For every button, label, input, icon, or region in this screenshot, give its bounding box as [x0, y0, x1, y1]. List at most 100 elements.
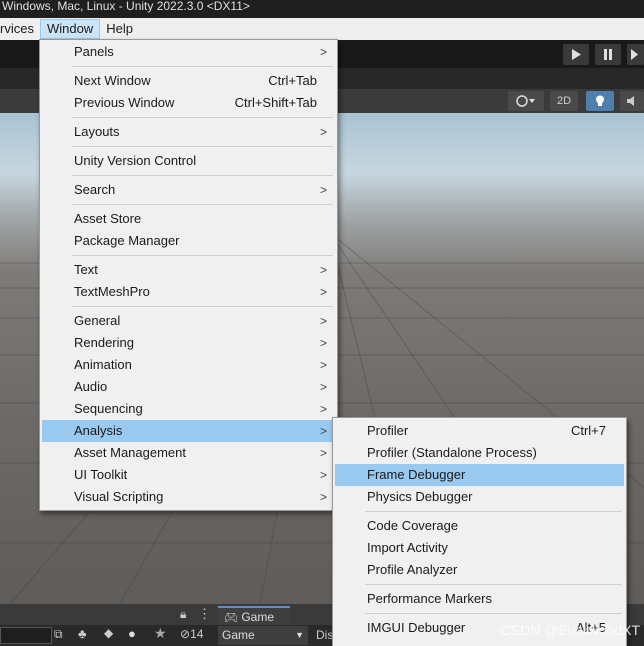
menu-item-label: Profiler [367, 423, 409, 438]
menu-item-animation[interactable]: Animation > [42, 354, 335, 376]
menu-item-physics-debugger[interactable]: Physics Debugger [335, 486, 624, 508]
chevron-right-icon: > [319, 263, 327, 277]
menu-item-package-manager[interactable]: Package Manager [42, 230, 335, 252]
menu-item-label: Code Coverage [367, 518, 459, 533]
menu-item-label: Sequencing [74, 401, 143, 416]
menu-item-profiler-standalone[interactable]: Profiler (Standalone Process) [335, 442, 624, 464]
game-view-dropdown-label: Game [222, 628, 255, 642]
menu-item-shortcut: Ctrl+Shift+Tab [234, 95, 317, 110]
lock-icon[interactable]: 🔒︎ [180, 607, 186, 622]
menu-item-next-window[interactable]: Next Window Ctrl+Tab [42, 70, 335, 92]
display-dropdown[interactable]: Dis [316, 628, 333, 642]
audio-toggle-button[interactable] [620, 91, 644, 111]
chevron-right-icon: > [319, 490, 327, 504]
lightbulb-icon [596, 95, 604, 106]
menu-item-label: Audio [74, 379, 108, 394]
menu-item-general[interactable]: General > [42, 310, 335, 332]
menu-separator [72, 146, 333, 147]
window-menu: Panels > Next Window Ctrl+Tab Previous Win… [39, 39, 338, 511]
menu-item-asset-store[interactable]: Asset Store [42, 208, 335, 230]
menu-item-analysis[interactable]: Analysis > [42, 420, 335, 442]
menu-item-label: Next Window [74, 73, 151, 88]
pause-button[interactable] [595, 44, 621, 65]
chevron-down-icon: ▼ [295, 630, 304, 640]
filter-type-icon[interactable]: ♣ [78, 626, 87, 641]
search-input[interactable] [0, 627, 52, 644]
menu-bar: rvices Window Help [0, 18, 644, 40]
chevron-right-icon: > [319, 285, 327, 299]
menu-item-visual-scripting[interactable]: Visual Scripting > [42, 486, 335, 508]
menu-item-rendering[interactable]: Rendering > [42, 332, 335, 354]
menu-item-label: Asset Management [74, 445, 187, 460]
menu-item-label: TextMeshPro [74, 284, 150, 299]
eye-slash-icon: ⊘ [180, 627, 191, 641]
menu-item-previous-window[interactable]: Previous Window Ctrl+Shift+Tab [42, 92, 335, 114]
window-title-bar: Windows, Mac, Linux - Unity 2022.3.0 <DX… [0, 0, 644, 18]
menu-item-label: Physics Debugger [367, 489, 473, 504]
menu-item-profiler[interactable]: Profiler Ctrl+7 [335, 420, 624, 442]
menu-window[interactable]: Window [39, 19, 101, 39]
menu-item-label: Text [74, 262, 98, 277]
chevron-right-icon: > [319, 125, 327, 139]
menu-item-label: Visual Scripting [74, 489, 164, 504]
hidden-objects-toggle[interactable]: ⊘14 [180, 627, 203, 641]
menu-item-label: Import Activity [367, 540, 448, 555]
menu-item-code-coverage[interactable]: Code Coverage [335, 515, 624, 537]
chevron-right-icon: > [319, 402, 327, 416]
tab-game[interactable]: 🎮︎ Game [218, 606, 290, 626]
menu-item-import-activity[interactable]: Import Activity [335, 537, 624, 559]
menu-item-audio[interactable]: Audio > [42, 376, 335, 398]
menu-item-label: Profile Analyzer [367, 562, 458, 577]
menu-item-label: Layouts [74, 124, 120, 139]
menu-item-layouts[interactable]: Layouts > [42, 121, 335, 143]
analysis-submenu: Profiler Ctrl+7 Profiler (Standalone Proc… [332, 417, 627, 646]
menu-item-search[interactable]: Search > [42, 179, 335, 201]
menu-item-sequencing[interactable]: Sequencing > [42, 398, 335, 420]
menu-item-frame-debugger[interactable]: Frame Debugger [335, 464, 624, 486]
pause-icon [604, 49, 612, 60]
menu-item-label: Previous Window [74, 95, 175, 110]
menu-item-asset-management[interactable]: Asset Management > [42, 442, 335, 464]
menu-item-performance-markers[interactable]: Performance Markers [335, 588, 624, 610]
tab-game-label: Game [241, 610, 274, 624]
menu-item-panels[interactable]: Panels > [42, 41, 335, 63]
more-options-icon[interactable]: ⋮ [198, 606, 211, 622]
toggle-2d-button[interactable]: 2D [550, 91, 578, 111]
warning-icon[interactable]: ● [128, 626, 136, 641]
menu-item-unity-version-control[interactable]: Unity Version Control [42, 150, 335, 172]
menu-item-label: Frame Debugger [367, 467, 466, 482]
speaker-icon [627, 96, 634, 106]
window-title: Windows, Mac, Linux - Unity 2022.3.0 <DX… [2, 0, 250, 13]
draw-mode-dropdown[interactable] [508, 91, 544, 111]
chevron-right-icon: > [319, 380, 327, 394]
menu-separator [72, 66, 333, 67]
menu-item-shortcut: Ctrl+Tab [268, 73, 317, 88]
step-button[interactable] [627, 44, 644, 65]
menu-item-label: Animation [74, 357, 132, 372]
chevron-right-icon: > [319, 45, 327, 59]
menu-item-label: General [74, 313, 121, 328]
menu-separator [72, 306, 333, 307]
menu-item-profile-analyzer[interactable]: Profile Analyzer [335, 559, 624, 581]
menu-item-ui-toolkit[interactable]: UI Toolkit > [42, 464, 335, 486]
menu-item-label: Profiler (Standalone Process) [367, 445, 537, 460]
scene-search-icon[interactable]: ⧉ [54, 627, 63, 642]
menu-help[interactable]: Help [100, 19, 139, 39]
menu-item-label: Panels [74, 44, 114, 59]
label-filter-icon[interactable]: ◆ [104, 626, 113, 640]
play-button[interactable] [563, 44, 589, 65]
menu-item-label: Search [74, 182, 116, 197]
shading-mode-icon [516, 95, 535, 107]
favorite-star-icon[interactable]: ★ [154, 625, 167, 642]
menu-separator [365, 584, 622, 585]
chevron-right-icon: > [319, 183, 327, 197]
lighting-toggle-button[interactable] [586, 91, 614, 111]
step-icon [630, 49, 638, 60]
menu-item-textmeshpro[interactable]: TextMeshPro > [42, 281, 335, 303]
menu-item-text[interactable]: Text > [42, 259, 335, 281]
menu-services[interactable]: rvices [0, 19, 40, 39]
play-icon [572, 49, 581, 60]
game-view-dropdown[interactable]: Game ▼ [218, 626, 308, 645]
menu-item-shortcut: Ctrl+7 [570, 423, 606, 438]
chevron-right-icon: > [319, 424, 327, 438]
